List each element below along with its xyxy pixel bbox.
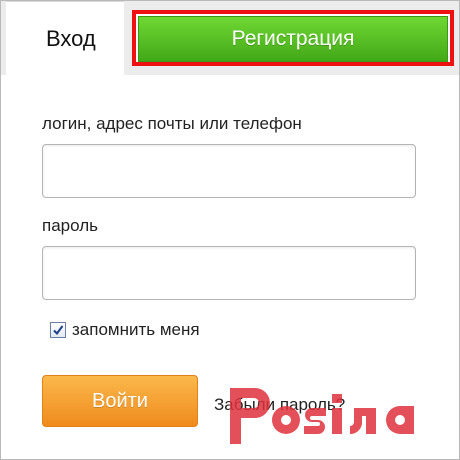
tab-login[interactable]: Вход: [6, 1, 124, 86]
register-button-label: Регистрация: [231, 27, 355, 50]
remember-checkbox[interactable]: [50, 322, 66, 338]
remember-label: запомнить меня: [72, 320, 200, 339]
login-field-label: логин, адрес почты или телефон: [42, 114, 302, 133]
password-field-label: пароль: [42, 216, 98, 235]
checkmark-icon: [53, 325, 64, 336]
forgot-password-link[interactable]: Забыли пароль?: [214, 395, 345, 415]
password-input[interactable]: [42, 246, 416, 300]
submit-button-label: Войти: [92, 389, 148, 412]
tab-login-label: Вход: [46, 26, 96, 51]
remember-me: запомнить меня: [50, 320, 200, 340]
register-button[interactable]: Регистрация: [138, 16, 448, 62]
submit-button[interactable]: Войти: [42, 375, 198, 427]
login-input[interactable]: [42, 144, 416, 198]
